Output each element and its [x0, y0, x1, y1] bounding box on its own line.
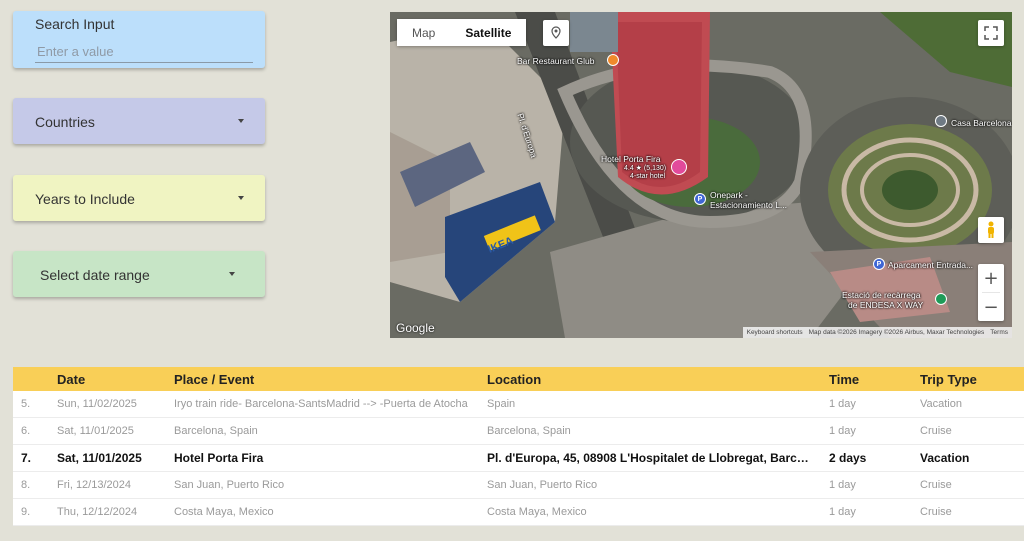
terms-link[interactable]: Terms — [990, 329, 1008, 336]
header-place[interactable]: Place / Event — [174, 372, 487, 387]
row-date: Sat, 11/01/2025 — [57, 425, 134, 437]
map-label-aparcament: Aparcament Entrada... — [888, 260, 974, 270]
table-row[interactable]: 5. Sun, 11/02/2025 Iryo train ride- Barcel… — [13, 391, 1024, 418]
keyboard-shortcuts-link[interactable]: Keyboard shortcuts — [747, 329, 803, 336]
map-label-recharge-2: de ENDESA X WAY — [848, 300, 924, 310]
charging-station-pin-icon[interactable] — [935, 293, 947, 305]
countries-dropdown-label: Countries — [35, 114, 95, 130]
map-type-map-button[interactable]: Map — [397, 19, 451, 46]
row-number: 9. — [21, 506, 31, 518]
map-label-recharge: Estació de recàrrega — [842, 290, 921, 300]
hotel-pin-icon[interactable] — [671, 159, 687, 175]
row-place: San Juan, Puerto Rico — [174, 479, 285, 491]
map-label-parking-2: Estacionamiento L... — [710, 200, 788, 210]
parking-pin-icon[interactable]: P — [694, 193, 706, 205]
zoom-in-button[interactable]: + — [978, 264, 1004, 292]
map-type-satellite-button[interactable]: Satellite — [450, 19, 527, 46]
caret-down-icon — [229, 272, 235, 276]
row-date: Thu, 12/12/2024 — [57, 506, 138, 518]
row-location: Costa Maya, Mexico — [487, 506, 587, 518]
fullscreen-icon — [984, 26, 998, 40]
years-dropdown-label: Years to Include — [35, 191, 135, 207]
table-row[interactable]: 8. Fri, 12/13/2024 San Juan, Puerto Rico Sa… — [13, 472, 1024, 499]
table-row[interactable]: 9. Thu, 12/12/2024 Costa Maya, Mexico Costa… — [13, 499, 1024, 526]
row-number: 7. — [21, 451, 32, 465]
header-time[interactable]: Time — [829, 372, 920, 387]
google-logo[interactable]: Google — [396, 321, 435, 335]
map-label-hotel-type: 4-star hotel — [630, 173, 666, 180]
location-pin-icon — [551, 26, 561, 39]
header-trip-type[interactable]: Trip Type — [920, 372, 1024, 387]
place-pin-icon[interactable] — [935, 115, 947, 127]
row-time: 1 day — [829, 398, 856, 410]
row-trip-type: Vacation — [920, 451, 970, 465]
map-type-toggle: Map Satellite — [397, 19, 527, 46]
row-place: Hotel Porta Fira — [174, 451, 264, 465]
parking-pin-icon-2[interactable]: P — [873, 258, 885, 270]
caret-down-icon — [238, 119, 244, 123]
pegman-icon — [988, 221, 994, 238]
row-trip-type: Cruise — [920, 425, 952, 437]
date-range-dropdown[interactable]: Select date range — [13, 251, 265, 297]
row-place: Iryo train ride- Barcelona-SantsMadrid -… — [174, 398, 468, 410]
row-location: Spain — [487, 398, 516, 410]
map-label-bar: Bar Restaurant Glub — [517, 56, 595, 66]
row-trip-type: Cruise — [920, 479, 952, 491]
row-place: Costa Maya, Mexico — [174, 506, 274, 518]
row-number: 5. — [21, 398, 31, 410]
header-location[interactable]: Location — [487, 372, 829, 387]
date-range-dropdown-label: Select date range — [40, 267, 150, 283]
location-button[interactable] — [543, 20, 569, 46]
row-location: Pl. d'Europa, 45, 08908 L'Hospitalet de … — [487, 451, 829, 465]
row-date: Sat, 11/01/2025 — [57, 451, 142, 465]
row-time: 2 days — [829, 451, 867, 465]
row-date: Fri, 12/13/2024 — [57, 479, 131, 491]
row-time: 1 day — [829, 506, 856, 518]
trips-table: Date Place / Event Location Time Trip Ty… — [13, 367, 1024, 526]
table-row[interactable]: 6. Sat, 11/01/2025 Barcelona, Spain Barcelo… — [13, 418, 1024, 445]
restaurant-pin-icon[interactable] — [607, 54, 619, 66]
row-place: Barcelona, Spain — [174, 425, 258, 437]
search-input[interactable] — [35, 41, 253, 63]
map-label-hotel: Hotel Porta Fira — [601, 154, 661, 164]
table-header: Date Place / Event Location Time Trip Ty… — [13, 367, 1024, 391]
map-view[interactable]: IKEA Bar Restaurant Glub Pl. d'Europa Ho… — [390, 12, 1012, 338]
street-view-pegman[interactable] — [978, 217, 1004, 243]
map-label-parking: Onepark - — [710, 190, 748, 200]
row-time: 1 day — [829, 479, 856, 491]
zoom-out-button[interactable]: − — [978, 293, 1004, 321]
map-label-hotel-rating: 4.4 ★ (5,130) — [624, 165, 667, 172]
header-date[interactable]: Date — [57, 372, 174, 387]
search-input-card: Search Input — [13, 11, 265, 68]
row-location: Barcelona, Spain — [487, 425, 571, 437]
zoom-controls: + − — [978, 264, 1004, 321]
years-dropdown[interactable]: Years to Include — [13, 175, 265, 221]
map-attribution: Keyboard shortcuts Map data ©2026 Imager… — [742, 327, 1012, 338]
row-number: 6. — [21, 425, 31, 437]
row-number: 8. — [21, 479, 31, 491]
row-trip-type: Vacation — [920, 398, 962, 410]
search-input-label: Search Input — [35, 16, 115, 32]
countries-dropdown[interactable]: Countries — [13, 98, 265, 144]
map-data-attribution: Map data ©2026 Imagery ©2026 Airbus, Max… — [808, 329, 985, 336]
row-time: 1 day — [829, 425, 856, 437]
row-trip-type: Cruise — [920, 506, 952, 518]
map-label-casa: Casa Barcelona — [951, 118, 1012, 128]
caret-down-icon — [238, 196, 244, 200]
fullscreen-button[interactable] — [978, 20, 1004, 46]
row-location: San Juan, Puerto Rico — [487, 479, 598, 491]
row-date: Sun, 11/02/2025 — [57, 398, 137, 410]
table-row[interactable]: 7. Sat, 11/01/2025 Hotel Porta Fira Pl. d'E… — [13, 445, 1024, 472]
